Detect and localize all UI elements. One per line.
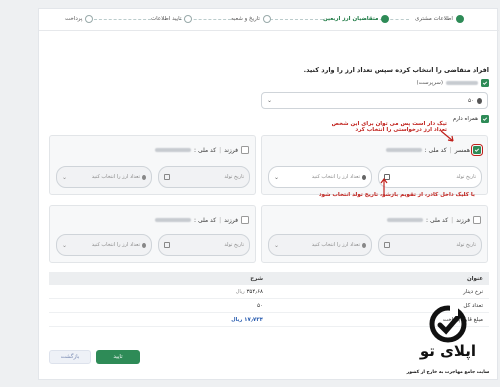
national-id-label: کد ملی : bbox=[194, 216, 217, 224]
annotation-line: تعداد ارز درخواستی را انتخاب کرد bbox=[355, 127, 447, 133]
currency-coin-icon bbox=[477, 97, 482, 104]
row-value: ۵۰ bbox=[257, 302, 263, 309]
calendar-icon bbox=[164, 174, 170, 180]
back-button[interactable]: بازگشت bbox=[49, 350, 91, 364]
birthdate-input[interactable]: تاریخ تولد bbox=[378, 166, 482, 188]
table-row: نرخ دینار ۳۵۴٫۶۸ ریال bbox=[49, 285, 489, 299]
companions-checkbox[interactable] bbox=[481, 115, 489, 123]
birthdate-input[interactable]: تاریخ تولد bbox=[378, 234, 482, 256]
row-title: نرخ دینار bbox=[463, 288, 483, 295]
step-confirm-info[interactable]: تایید اطلاعات bbox=[151, 15, 193, 23]
birthdate-placeholder: تاریخ تولد bbox=[456, 174, 476, 180]
currency-coin-icon bbox=[362, 174, 366, 180]
currency-placeholder: تعداد ارز را انتخاب کنید bbox=[91, 174, 140, 180]
companion-card-child-2: فرزند | کد ملی : تاریخ تولد ⌄ تعداد ارز … bbox=[261, 205, 488, 263]
currency-amount-select[interactable]: ⌄ تعداد ارز را انتخاب کنید bbox=[268, 234, 372, 256]
birthdate-placeholder: تاریخ تولد bbox=[224, 242, 244, 248]
calendar-icon bbox=[384, 242, 390, 248]
step-label: تایید اطلاعات bbox=[151, 16, 182, 22]
column-header: عنوان bbox=[466, 275, 483, 282]
column-header: شرح bbox=[250, 275, 263, 282]
chevron-down-icon: ⌄ bbox=[274, 173, 280, 181]
companion-checkbox[interactable] bbox=[241, 146, 249, 154]
currency-coin-icon bbox=[142, 242, 146, 248]
national-id-label: کد ملی : bbox=[194, 146, 217, 154]
step-applicants[interactable]: متقاضیان ارز اربعین bbox=[323, 15, 390, 23]
companion-checkbox[interactable] bbox=[471, 144, 483, 156]
currency-placeholder: تعداد ارز را انتخاب کنید bbox=[311, 174, 360, 180]
table-header: عنوان شرح bbox=[49, 272, 489, 285]
currency-placeholder: تعداد ارز را انتخاب کنید bbox=[311, 242, 360, 248]
companion-relation: همسر bbox=[454, 146, 470, 154]
step-label: تاریخ و شعبه bbox=[231, 16, 260, 22]
currency-amount-select[interactable]: ⌄ تعداد ارز را انتخاب کنید bbox=[268, 166, 372, 188]
step-label: متقاضیان ارز اربعین bbox=[323, 16, 379, 22]
step-pending-icon bbox=[184, 15, 193, 23]
brand-name: اپلای تو bbox=[419, 342, 477, 360]
currency-amount-select[interactable]: ⌄ تعداد ارز را انتخاب کنید bbox=[56, 234, 152, 256]
companion-relation: فرزند bbox=[224, 216, 238, 224]
applicant-role: (سرپرست) bbox=[416, 80, 443, 86]
currency-placeholder: تعداد ارز را انتخاب کنید bbox=[91, 242, 140, 248]
step-active-icon bbox=[381, 15, 390, 23]
chevron-down-icon: ⌄ bbox=[62, 173, 68, 181]
row-unit: ریال bbox=[235, 288, 245, 295]
companions-label: همراه دارم bbox=[452, 116, 478, 122]
brand-watermark-logo: اپلای تو سایت جامع مهاجرت به خارج از کشو… bbox=[400, 300, 496, 382]
selected-amount: ۵۰ bbox=[468, 97, 474, 104]
companion-header: فرزند | کد ملی : bbox=[155, 216, 249, 224]
birthdate-placeholder: تاریخ تولد bbox=[224, 174, 244, 180]
primary-currency-select[interactable]: ⌄ ۵۰ bbox=[261, 92, 488, 109]
birthdate-input[interactable]: تاریخ تولد bbox=[158, 234, 250, 256]
national-id-blurred bbox=[155, 148, 192, 152]
row-value: ۳۵۴٫۶۸ bbox=[246, 288, 263, 295]
row-unit: ریال bbox=[231, 316, 243, 323]
chevron-down-icon: ⌄ bbox=[62, 241, 68, 249]
calendar-icon bbox=[164, 242, 170, 248]
annotation-arrow-icon bbox=[440, 130, 454, 142]
row-value: ۱۷٫۷۳۴ bbox=[244, 316, 263, 323]
step-pending-icon bbox=[85, 15, 94, 23]
companion-card-child-1: فرزند | کد ملی : تاریخ تولد ⌄ تعداد ارز … bbox=[49, 135, 256, 195]
currency-amount-select[interactable]: ⌄ تعداد ارز را انتخاب کنید bbox=[56, 166, 152, 188]
annotation-date-note: با کلیک داخل کادر، از تقویم بازشو، تاریخ… bbox=[318, 192, 475, 198]
confirm-button[interactable]: تایید bbox=[96, 350, 140, 364]
step-pending-icon bbox=[262, 15, 271, 23]
companion-header: فرزند | کد ملی : bbox=[387, 216, 481, 224]
currency-coin-icon bbox=[362, 242, 366, 248]
step-done-icon bbox=[455, 15, 464, 23]
step-label: پرداخت bbox=[65, 16, 83, 22]
currency-coin-icon bbox=[142, 174, 146, 180]
companion-checkbox[interactable] bbox=[473, 216, 481, 224]
companion-relation: فرزند bbox=[456, 216, 470, 224]
instruction-title: افراد متقاضی را انتخاب کرده سپس تعداد ار… bbox=[303, 66, 489, 74]
progress-stepper: اطلاعات مشتری متقاضیان ارز اربعین تاریخ … bbox=[39, 9, 499, 31]
national-id-blurred bbox=[387, 218, 424, 222]
brand-tagline: سایت جامع مهاجرت به خارج از کشور bbox=[406, 370, 490, 375]
companion-relation: فرزند bbox=[224, 146, 238, 154]
national-id-label: کد ملی : bbox=[424, 146, 447, 154]
companion-header: فرزند | کد ملی : bbox=[155, 146, 249, 154]
step-label: اطلاعات مشتری bbox=[415, 16, 453, 22]
applicant-checkbox[interactable] bbox=[481, 79, 489, 87]
chevron-down-icon: ⌄ bbox=[274, 241, 280, 249]
step-payment[interactable]: پرداخت bbox=[65, 15, 94, 23]
chevron-down-icon: ⌄ bbox=[267, 97, 273, 104]
companion-header: همسر | کد ملی : bbox=[385, 144, 483, 156]
companions-row: همراه دارم bbox=[453, 115, 489, 123]
step-customer-info[interactable]: اطلاعات مشتری bbox=[415, 15, 464, 23]
birthdate-placeholder: تاریخ تولد bbox=[456, 242, 476, 248]
national-id-blurred bbox=[385, 148, 422, 152]
companion-checkbox[interactable] bbox=[241, 216, 249, 224]
national-id-label: کد ملی : bbox=[426, 216, 449, 224]
applicant-name-blurred bbox=[446, 81, 478, 85]
primary-applicant-row: (سرپرست) bbox=[416, 79, 489, 87]
annotation-tick-note: تیک دار است پس می توان برای این شخص تعدا… bbox=[332, 121, 447, 133]
birthdate-input[interactable]: تاریخ تولد bbox=[158, 166, 250, 188]
national-id-blurred bbox=[155, 218, 192, 222]
step-date-branch[interactable]: تاریخ و شعبه bbox=[231, 15, 271, 23]
companion-card-child-3: فرزند | کد ملی : تاریخ تولد ⌄ تعداد ارز … bbox=[49, 205, 256, 263]
